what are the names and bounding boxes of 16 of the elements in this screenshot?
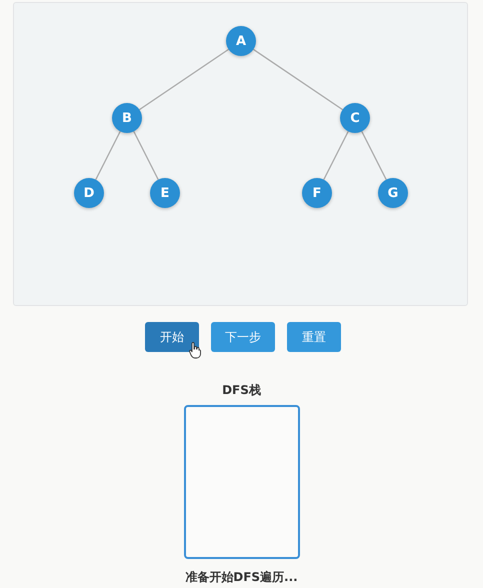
tree-node: G bbox=[378, 178, 408, 208]
tree-edge bbox=[323, 131, 349, 180]
tree-node: D bbox=[74, 178, 104, 208]
tree-node: F bbox=[302, 178, 332, 208]
stack-title: DFS栈 bbox=[222, 382, 261, 399]
control-button[interactable]: 重置 bbox=[287, 322, 341, 352]
tree-edge bbox=[361, 131, 387, 180]
hand-cursor-icon bbox=[189, 342, 201, 359]
tree-edge bbox=[95, 131, 121, 180]
tree-node: B bbox=[112, 103, 142, 133]
tree-node: A bbox=[226, 26, 256, 56]
control-button[interactable]: 下一步 bbox=[211, 322, 275, 352]
tree-node: E bbox=[150, 178, 180, 208]
status-text: 准备开始DFS遍历... bbox=[185, 569, 298, 586]
tree-node: C bbox=[340, 103, 370, 133]
tree-edge bbox=[133, 131, 159, 180]
